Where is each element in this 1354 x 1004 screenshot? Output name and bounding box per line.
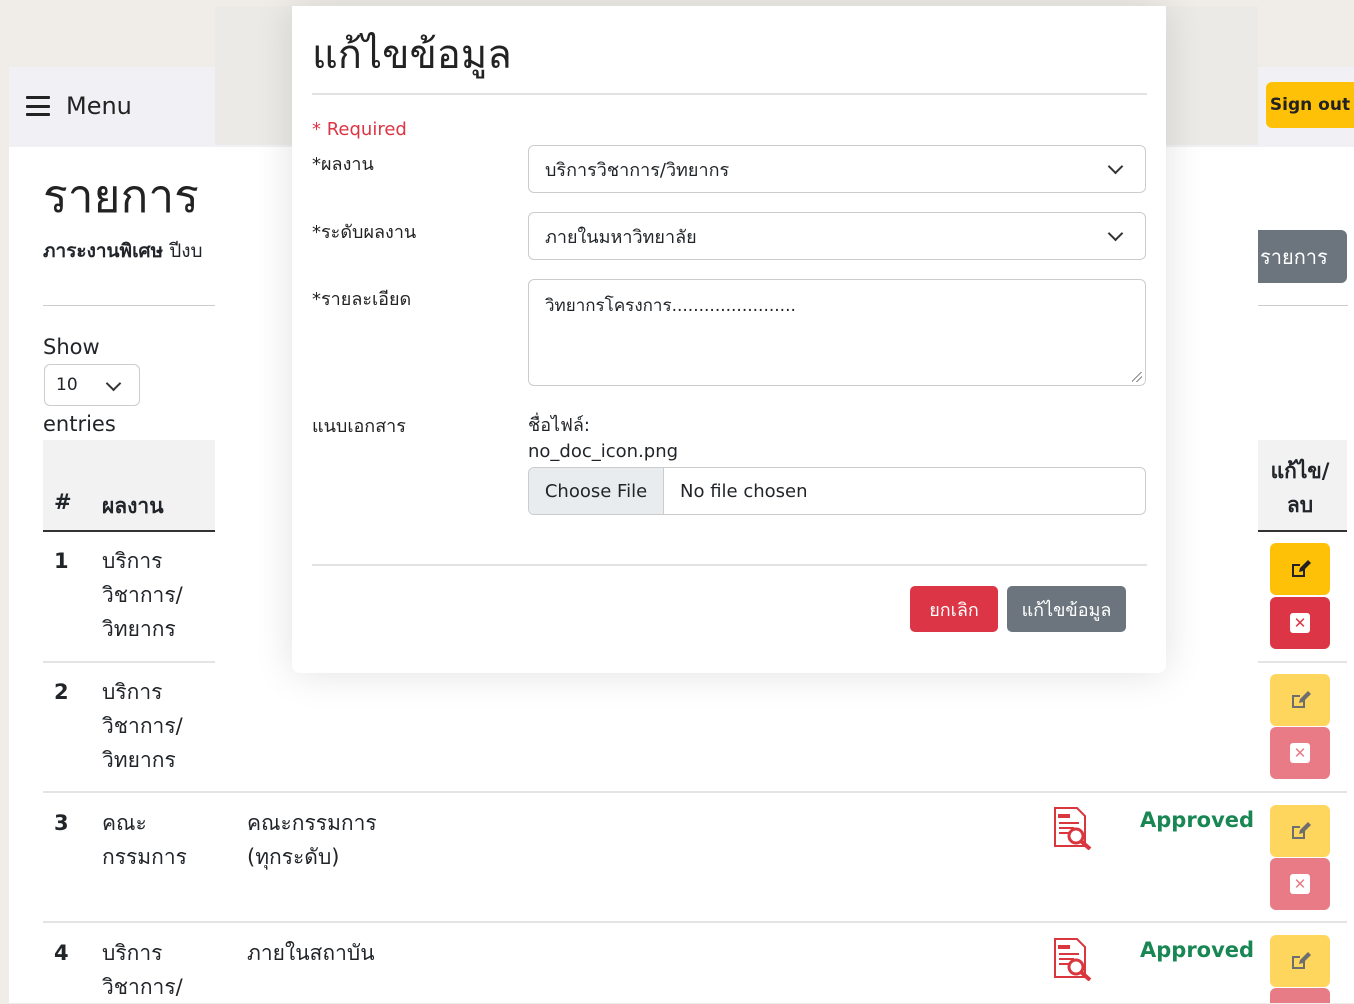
choose-file-button[interactable]: Choose File: [529, 468, 664, 514]
row-work-line: บริการ: [102, 680, 163, 704]
work-select[interactable]: บริการวิชาการ/วิทยากร: [528, 145, 1146, 193]
row-level: ภายในสถาบัน: [247, 936, 375, 970]
edit-icon: [1292, 560, 1311, 577]
menu-toggle[interactable]: Menu: [26, 92, 132, 120]
status-badge: Approved: [1140, 808, 1255, 832]
level-select-value: ภายในมหาวิทยาลัย: [545, 226, 697, 248]
header-num[interactable]: #: [54, 490, 72, 514]
delete-button[interactable]: ✕: [1270, 597, 1330, 649]
detail-value: วิทยากรโครงการ.......................: [545, 296, 796, 316]
row-divider: [1258, 661, 1347, 663]
level-label: *ระดับผลงาน: [312, 222, 417, 243]
edit-modal: แก้ไขข้อมูล * Required *ผลงาน บริการวิชา…: [292, 6, 1166, 673]
delete-button[interactable]: ✕: [1270, 727, 1330, 779]
chevron-down-icon: [1107, 225, 1124, 242]
close-icon: ✕: [1290, 874, 1310, 894]
filename-label: ชื่อไฟล์:: [528, 415, 590, 436]
status-badge: Approved: [1140, 938, 1255, 962]
no-file-text: No file chosen: [680, 480, 808, 502]
header-edit-line2: ลบ: [1286, 493, 1314, 517]
edit-icon: [1292, 822, 1311, 839]
entries-select[interactable]: 10: [44, 364, 140, 406]
header-edit-line1: แก้ไข/: [1270, 459, 1330, 483]
close-icon: ✕: [1290, 613, 1310, 633]
delete-button[interactable]: [1270, 988, 1330, 1003]
row-work-line: วิชาการ/: [102, 714, 183, 738]
edit-button[interactable]: [1270, 543, 1330, 595]
row-divider: [43, 791, 1347, 793]
page-subtitle: ภาระงานพิเศษ ปีงบ: [43, 236, 203, 266]
edit-icon: [1292, 691, 1311, 708]
document-search-icon[interactable]: [1052, 937, 1092, 982]
row-number: 3: [54, 811, 69, 835]
row-work: บริการ วิชาการ/: [102, 936, 183, 1004]
row-level-line: ภายในสถาบัน: [247, 941, 375, 965]
work-select-value: บริการวิชาการ/วิทยากร: [545, 159, 730, 181]
detail-textarea[interactable]: วิทยากรโครงการ.......................: [528, 279, 1146, 386]
hamburger-icon: [26, 96, 50, 116]
modal-title: แก้ไขข้อมูล: [312, 32, 512, 78]
row-work-line: วิทยากร: [102, 617, 176, 641]
edit-icon: [1292, 952, 1311, 969]
menu-label: Menu: [66, 92, 132, 120]
row-divider: [43, 921, 1347, 923]
modal-divider: [312, 93, 1147, 95]
row-number: 4: [54, 941, 69, 965]
row-work-line: วิทยากร: [102, 748, 176, 772]
detail-label: *รายละเอียด: [312, 289, 412, 310]
row-work-line: วิชาการ/: [102, 583, 183, 607]
row-work-line: บริการ: [102, 941, 163, 965]
edit-button[interactable]: [1270, 674, 1330, 726]
row-work-line: กรรมการ: [102, 845, 187, 869]
add-item-button[interactable]: รายการ: [1258, 230, 1347, 283]
work-label: *ผลงาน: [312, 154, 374, 175]
row-level-line: คณะกรรมการ: [247, 811, 377, 835]
row-work: บริการ วิชาการ/ วิทยากร: [102, 544, 183, 646]
chevron-down-icon: [105, 375, 122, 392]
attach-label: แนบเอกสาร: [312, 416, 406, 437]
show-label: Show: [43, 335, 100, 359]
sign-out-button[interactable]: Sign out: [1266, 82, 1354, 128]
row-work: คณะ กรรมการ: [102, 806, 187, 874]
header-work[interactable]: ผลงาน: [102, 490, 164, 523]
entries-label: entries: [43, 412, 116, 436]
close-icon: ✕: [1290, 743, 1310, 763]
entries-value: 10: [56, 375, 78, 395]
divider: [43, 305, 215, 306]
save-button[interactable]: แก้ไขข้อมูล: [1007, 586, 1126, 632]
row-divider: [43, 661, 215, 663]
row-work-line: คณะ: [102, 811, 147, 835]
header-edit-delete: แก้ไข/ ลบ: [1258, 454, 1342, 522]
delete-button[interactable]: ✕: [1270, 858, 1330, 910]
row-work: บริการ วิชาการ/ วิทยากร: [102, 675, 183, 777]
row-work-line: วิชาการ/: [102, 975, 183, 999]
edit-button[interactable]: [1270, 805, 1330, 857]
row-work-line: บริการ: [102, 549, 163, 573]
divider: [1258, 305, 1348, 306]
document-search-icon[interactable]: [1052, 806, 1092, 851]
chevron-down-icon: [1107, 158, 1124, 175]
row-level: คณะกรรมการ (ทุกระดับ): [247, 806, 377, 874]
row-number: 1: [54, 549, 69, 573]
modal-divider: [312, 564, 1147, 566]
page-title: รายการ: [43, 169, 199, 223]
edit-button[interactable]: [1270, 935, 1330, 987]
required-note: * Required: [312, 119, 407, 140]
row-number: 2: [54, 680, 69, 704]
row-level-line: (ทุกระดับ): [247, 845, 340, 869]
filename-value: no_doc_icon.png: [528, 441, 679, 462]
level-select[interactable]: ภายในมหาวิทยาลัย: [528, 212, 1146, 260]
subtitle-bold: ภาระงานพิเศษ: [43, 240, 164, 262]
subtitle-rest: ปีงบ: [163, 240, 203, 262]
cancel-button[interactable]: ยกเลิก: [910, 586, 998, 632]
file-input[interactable]: Choose File No file chosen: [528, 467, 1146, 515]
resize-handle[interactable]: [1132, 372, 1142, 382]
